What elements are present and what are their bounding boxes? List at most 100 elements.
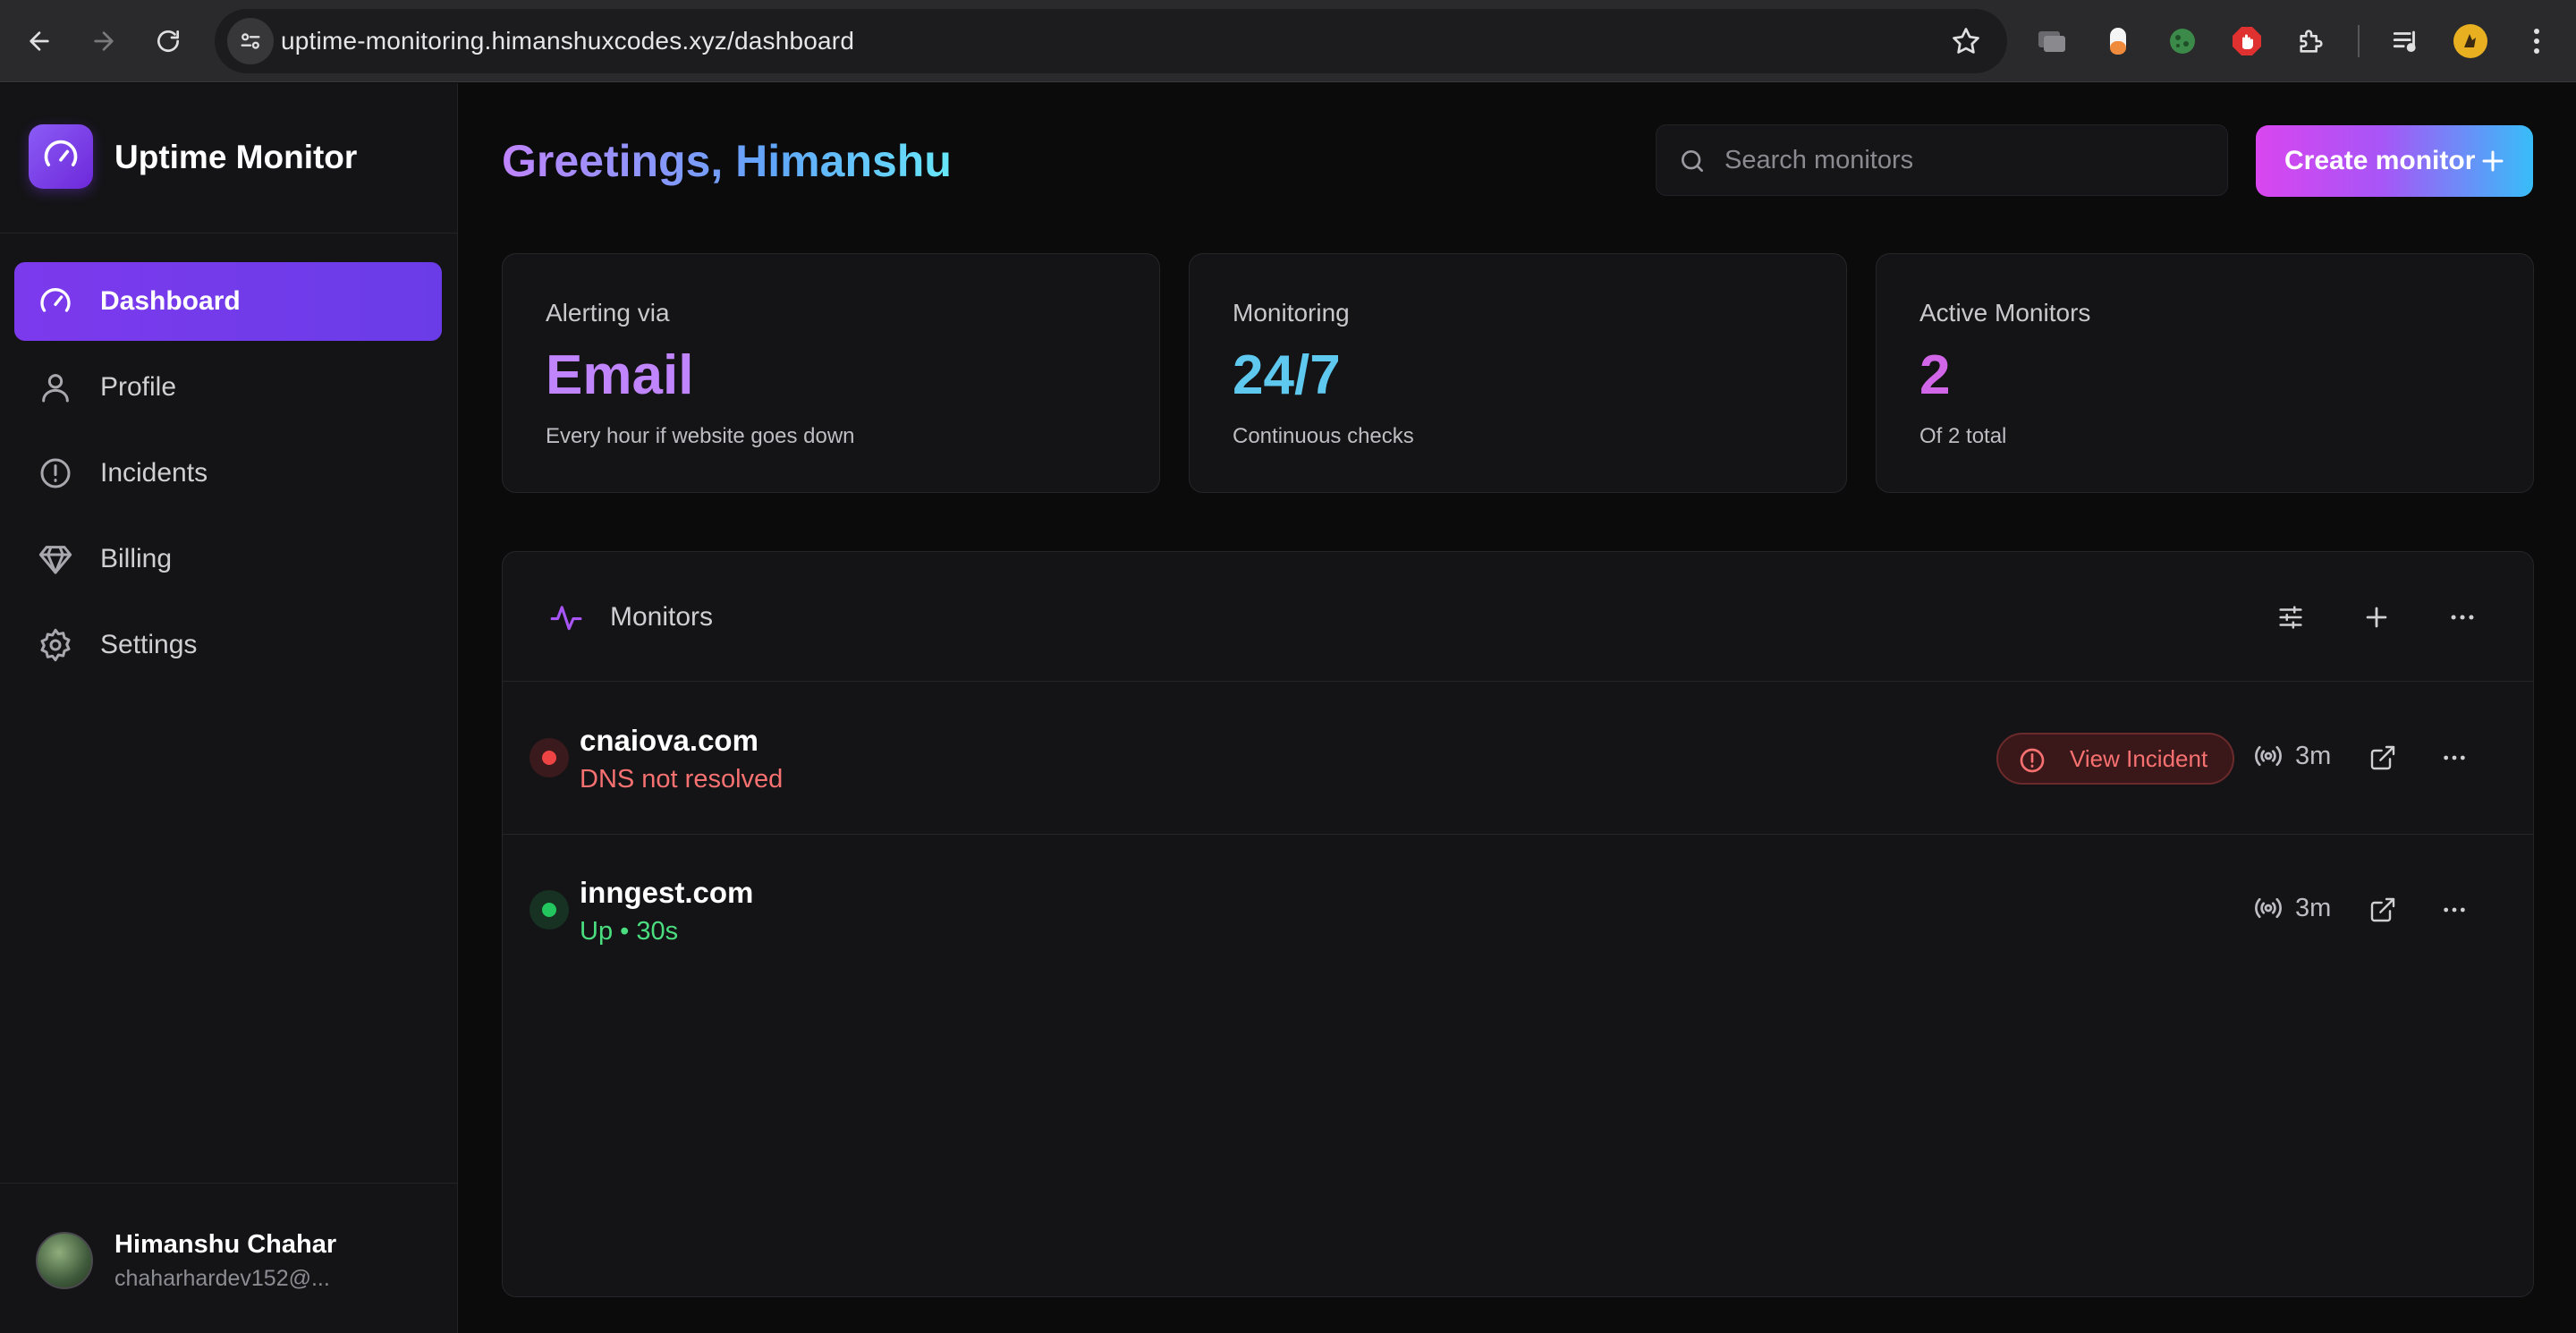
monitors-panel-title: Monitors	[610, 602, 714, 632]
diamond-icon	[38, 546, 72, 574]
forward-button[interactable]	[82, 20, 125, 63]
arrow-right-icon	[94, 31, 114, 51]
browser-menu-icon[interactable]	[2517, 21, 2556, 61]
add-monitor-button[interactable]	[2356, 597, 2397, 638]
more-horizontal-icon	[2444, 907, 2465, 913]
more-horizontal-icon	[2444, 755, 2465, 760]
search-icon	[1682, 150, 1703, 172]
stat-card-active-monitors: Active Monitors 2 Of 2 total	[1876, 253, 2534, 493]
broadcast-icon	[2255, 745, 2282, 767]
search-input[interactable]	[1724, 125, 2207, 195]
external-link-icon	[2370, 897, 2395, 922]
open-external-button[interactable]	[2363, 890, 2402, 930]
external-link-icon	[2370, 745, 2395, 770]
monitor-row[interactable]: inngest.com Up • 30s 3m	[503, 835, 2533, 987]
page-greeting: Greetings, Himanshu	[502, 136, 952, 186]
view-incident-button[interactable]: View Incident	[1996, 733, 2234, 785]
monitor-status: DNS not resolved	[580, 765, 784, 794]
panel-more-button[interactable]	[2442, 597, 2483, 638]
row-more-button[interactable]	[2435, 890, 2474, 930]
cookie-extension-icon[interactable]	[2163, 21, 2202, 61]
reload-icon	[157, 30, 179, 52]
sidebar-item-label: Dashboard	[100, 286, 241, 316]
search-box[interactable]	[1656, 124, 2228, 196]
stat-value: 2	[1919, 344, 1951, 406]
main-content: Greetings, Himanshu Create monitor Alert…	[459, 83, 2576, 1333]
sliders-icon	[2279, 606, 2302, 629]
plus-icon	[2482, 150, 2504, 172]
back-button[interactable]	[18, 20, 61, 63]
sidebar-item-billing[interactable]: Billing	[14, 520, 442, 599]
brand-header: Uptime Monitor	[0, 83, 458, 233]
sidebar-item-incidents[interactable]: Incidents	[14, 434, 442, 513]
sidebar-item-dashboard[interactable]: Dashboard	[14, 262, 442, 341]
user-profile-block[interactable]: Himanshu Chahar chaharhardev152@...	[0, 1183, 458, 1333]
stat-value: Email	[546, 344, 694, 406]
arrow-left-icon	[30, 31, 49, 51]
sidebar-item-label: Settings	[100, 630, 198, 659]
adblock-extension-icon[interactable]	[2227, 21, 2267, 61]
check-interval-value: 3m	[2295, 893, 2332, 922]
status-dot	[542, 903, 556, 917]
view-incident-label: View Incident	[2070, 744, 2208, 772]
alert-circle-icon	[40, 458, 71, 488]
check-interval: 3m	[2252, 740, 2331, 772]
monitor-row[interactable]: cnaiova.com DNS not resolved View Incide…	[503, 683, 2533, 835]
sidebar-menu: Dashboard Profile Incidents Billing Sett…	[14, 262, 442, 692]
stat-subtext: Every hour if website goes down	[546, 424, 855, 448]
monitor-status: Up • 30s	[580, 917, 679, 946]
extensions-puzzle-icon[interactable]	[2292, 21, 2331, 61]
address-bar[interactable]: uptime-monitoring.himanshuxcodes.xyz/das…	[215, 9, 2007, 73]
toolbar-divider	[2358, 25, 2360, 57]
reload-button[interactable]	[147, 20, 190, 63]
more-horizontal-icon	[2451, 615, 2474, 620]
monitor-name[interactable]: inngest.com	[580, 876, 753, 910]
avatar[interactable]	[36, 1232, 93, 1289]
brand-name[interactable]: Uptime Monitor	[114, 139, 357, 176]
monitor-name[interactable]: cnaiova.com	[580, 724, 758, 758]
stat-card-alerting: Alerting via Email Every hour if website…	[502, 253, 1160, 493]
status-indicator-down	[530, 738, 569, 777]
profile-avatar-icon[interactable]	[2451, 21, 2490, 61]
user-name: Himanshu Chahar	[114, 1230, 337, 1259]
sidebar: Uptime Monitor Dashboard Profile Inciden…	[0, 83, 458, 1333]
browser-toolbar: uptime-monitoring.himanshuxcodes.xyz/das…	[0, 0, 2576, 82]
sidebar-item-settings[interactable]: Settings	[14, 606, 442, 684]
create-monitor-label: Create monitor	[2284, 146, 2476, 175]
capsule-extension-icon[interactable]	[2098, 21, 2138, 61]
filter-button[interactable]	[2270, 597, 2311, 638]
monitors-panel-header: Monitors	[503, 552, 2533, 682]
row-more-button[interactable]	[2435, 738, 2474, 777]
tab-search-extension-icon[interactable]	[2032, 21, 2072, 61]
gauge-logo-icon[interactable]	[29, 124, 93, 189]
bookmark-star-icon[interactable]	[1950, 25, 1982, 57]
gear-icon	[40, 628, 71, 662]
alert-circle-icon	[2020, 748, 2045, 773]
media-controls-icon[interactable]	[2386, 21, 2426, 61]
stat-value: 24/7	[1233, 344, 1341, 406]
sidebar-item-label: Profile	[100, 372, 177, 402]
broadcast-icon	[2255, 897, 2282, 919]
stat-subtext: Continuous checks	[1233, 424, 1414, 448]
sidebar-item-profile[interactable]: Profile	[14, 348, 442, 427]
check-interval-value: 3m	[2295, 741, 2332, 770]
url-text: uptime-monitoring.himanshuxcodes.xyz/das…	[281, 27, 855, 55]
site-info-icon[interactable]	[227, 18, 274, 64]
plus-icon	[2366, 607, 2387, 628]
stat-caption: Monitoring	[1233, 299, 1350, 327]
activity-pulse-icon	[550, 606, 582, 631]
stat-caption: Active Monitors	[1919, 299, 2091, 327]
sidebar-item-label: Incidents	[100, 458, 208, 488]
gauge-icon	[40, 288, 71, 312]
sidebar-item-label: Billing	[100, 544, 173, 573]
user-email: chaharhardev152@...	[114, 1266, 330, 1291]
open-external-button[interactable]	[2363, 738, 2402, 777]
user-icon	[42, 374, 69, 403]
check-interval: 3m	[2252, 892, 2331, 924]
stat-subtext: Of 2 total	[1919, 424, 2007, 448]
status-indicator-up	[530, 890, 569, 930]
stat-caption: Alerting via	[546, 299, 670, 327]
status-dot	[542, 751, 556, 765]
create-monitor-button[interactable]: Create monitor	[2256, 125, 2533, 197]
monitors-panel: Monitors cnaiova.com DNS not resolved Vi…	[502, 551, 2534, 1297]
